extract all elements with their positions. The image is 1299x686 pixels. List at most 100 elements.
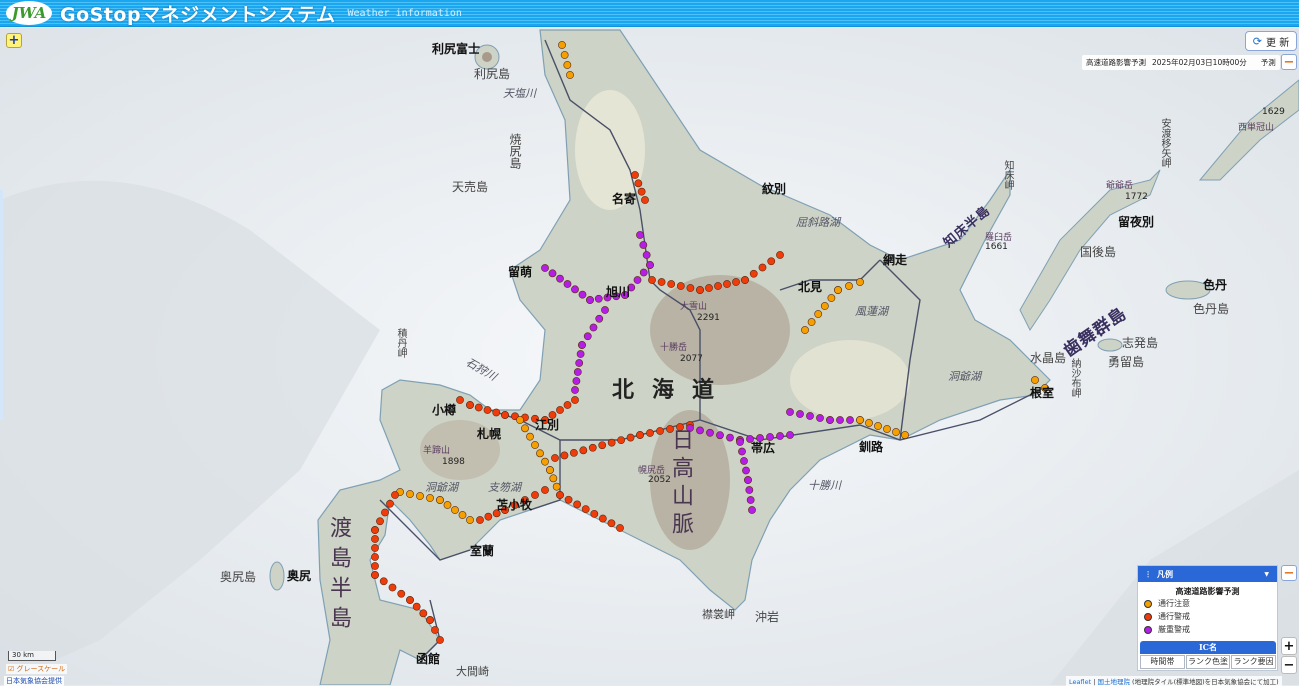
label-region-hokkaido: 北海道 <box>612 378 733 403</box>
label-elevation: 1629 <box>1262 107 1285 117</box>
label-mountain: 大雪山 <box>680 302 708 312</box>
label-island: 国後島 <box>1080 245 1117 259</box>
label-water: 洞爺湖 <box>948 370 981 383</box>
zoom-out-button[interactable]: − <box>1281 656 1297 674</box>
legend-item-caution: 通行注意 <box>1138 597 1277 610</box>
label-city: 札幌 <box>477 427 502 441</box>
label-city: 室蘭 <box>470 544 495 558</box>
label-elevation: 1898 <box>442 457 465 467</box>
label-cape: 安渡移矢岬 <box>1159 118 1170 168</box>
label-city: 根室 <box>1030 386 1055 400</box>
label-mountain: 羊蹄山 <box>423 446 451 456</box>
label-island: 勇留島 <box>1108 355 1145 369</box>
dropdown-icon[interactable]: ▼ <box>1264 571 1269 578</box>
map-view[interactable]: 利尻富士 利尻島 天塩川 焼尻島 天売島 名寄 紋別 屈斜路湖 網走 留萌 旭川… <box>0 28 1299 685</box>
label-city: 利尻富士 <box>432 42 481 56</box>
legend-header-label: 凡例 <box>1157 569 1173 579</box>
legend-item-warning: 通行警戒 <box>1138 610 1277 623</box>
label-cape: 知床岬 <box>1002 160 1013 190</box>
legend-item-label: 通行注意 <box>1158 599 1190 608</box>
expand-panel-button[interactable]: + <box>6 33 22 48</box>
label-city: 名寄 <box>612 192 637 206</box>
logo-text: JWA <box>11 4 47 22</box>
ic-tabs: 時間帯 ランク色塗 ランク要因 <box>1140 655 1277 669</box>
forecast-info-bar: 高速道路影響予測 2025年02月03日10時00分 予測 <box>1082 55 1280 70</box>
label-island: 水晶島 <box>1030 351 1067 365</box>
label-water: 洞爺湖 <box>425 481 458 494</box>
label-city: 留夜別 <box>1118 215 1155 229</box>
label-elevation: 2052 <box>648 475 671 485</box>
label-city: 留萌 <box>508 265 533 279</box>
label-cape: 積丹岬 <box>395 328 406 358</box>
habomai-island <box>1097 338 1123 352</box>
ic-name-toggle[interactable]: IC名 <box>1140 641 1276 654</box>
forecast-label: 高速道路影響予測 <box>1086 58 1146 67</box>
okushiri-island <box>269 561 285 591</box>
label-mountain: 西単冠山 <box>1238 123 1275 133</box>
zoom-in-button[interactable]: + <box>1281 637 1297 655</box>
label-city: 函館 <box>416 652 441 666</box>
legend-item-label: 通行警戒 <box>1158 612 1190 621</box>
daisetsu-terrain <box>650 275 790 385</box>
label-city: 色丹 <box>1203 278 1228 292</box>
label-cape: 沖岩 <box>755 610 780 624</box>
label-island: 利尻島 <box>474 67 511 81</box>
side-panel-edge[interactable] <box>0 190 3 420</box>
label-city: 江別 <box>535 418 560 432</box>
label-city: 小樽 <box>432 403 457 417</box>
rishiri-peak <box>482 52 492 62</box>
label-water: 支笏湖 <box>488 481 521 494</box>
label-elevation: 2291 <box>697 313 720 323</box>
label-water: 風蓮湖 <box>855 305 888 318</box>
label-city: 帯広 <box>751 441 776 455</box>
label-city: 紋別 <box>762 182 787 196</box>
label-cape: 大間崎 <box>456 665 489 678</box>
label-mountain: 十勝岳 <box>660 343 688 353</box>
app-header: JWA GoStopマネジメントシステム Weather information <box>0 0 1299 27</box>
label-city: 北見 <box>798 280 823 294</box>
label-water: 屈斜路湖 <box>796 216 840 229</box>
forecast-mode: 予測 <box>1260 58 1276 67</box>
label-city: 苫小牧 <box>496 498 533 512</box>
legend-dot-orange-icon <box>1144 599 1152 608</box>
label-city: 網走 <box>883 253 908 267</box>
legend-header[interactable]: ⋮ 凡例 ▼ <box>1138 566 1277 582</box>
label-island: 奥尻島 <box>220 570 257 584</box>
label-island: 志発島 <box>1122 336 1159 350</box>
label-city: 奥尻 <box>287 569 312 583</box>
scale-bar: 30 km <box>8 651 56 661</box>
app-title: GoStopマネジメントシステム <box>60 3 336 26</box>
label-elevation: 1661 <box>985 242 1008 252</box>
label-island: 天売島 <box>452 180 489 194</box>
refresh-label: 更 新 <box>1266 37 1290 49</box>
tab-time-period[interactable]: 時間帯 <box>1140 655 1185 669</box>
grayscale-toggle[interactable]: ☑ グレースケール <box>6 664 68 674</box>
map-base <box>0 28 1299 685</box>
forecast-collapse-button[interactable]: − <box>1281 54 1297 70</box>
tokachi-plain <box>790 340 910 420</box>
forecast-datetime: 2025年02月03日10時00分 <box>1152 58 1247 67</box>
legend-item-label: 厳重警戒 <box>1158 625 1190 634</box>
tab-rank-color[interactable]: ランク色塗 <box>1185 655 1231 669</box>
refresh-icon: ⟳ <box>1252 34 1263 48</box>
legend-dot-red-icon <box>1144 612 1152 621</box>
label-elevation: 2077 <box>680 354 703 364</box>
label-region-oshima: 渡島半島 <box>326 516 351 636</box>
label-island: 色丹島 <box>1193 302 1230 316</box>
legend-dot-purple-icon <box>1144 625 1152 634</box>
app-subtitle: Weather information <box>347 7 462 19</box>
tab-rank-factor[interactable]: ランク要因 <box>1231 655 1277 669</box>
label-cape: 納沙布岬 <box>1069 358 1080 398</box>
grip-icon: ⋮ <box>1144 569 1152 579</box>
label-water: 十勝川 <box>808 479 841 492</box>
legend-title: 高速道路影響予測 <box>1175 587 1240 596</box>
label-mountain: 爺爺岳 <box>1106 181 1134 191</box>
refresh-button[interactable]: ⟳ 更 新 <box>1245 31 1297 51</box>
legend-item-severe: 厳重警戒 <box>1138 623 1277 636</box>
label-cape: 襟裳岬 <box>702 608 735 621</box>
label-city: 旭川 <box>606 285 631 299</box>
legend-panel: ⋮ 凡例 ▼ 高速道路影響予測 通行注意 通行警戒 厳重警戒 IC名 時間帯 ラン… <box>1137 565 1278 671</box>
label-elevation: 1772 <box>1125 192 1148 202</box>
label-water: 天塩川 <box>503 87 536 100</box>
legend-collapse-button[interactable]: − <box>1281 565 1297 581</box>
